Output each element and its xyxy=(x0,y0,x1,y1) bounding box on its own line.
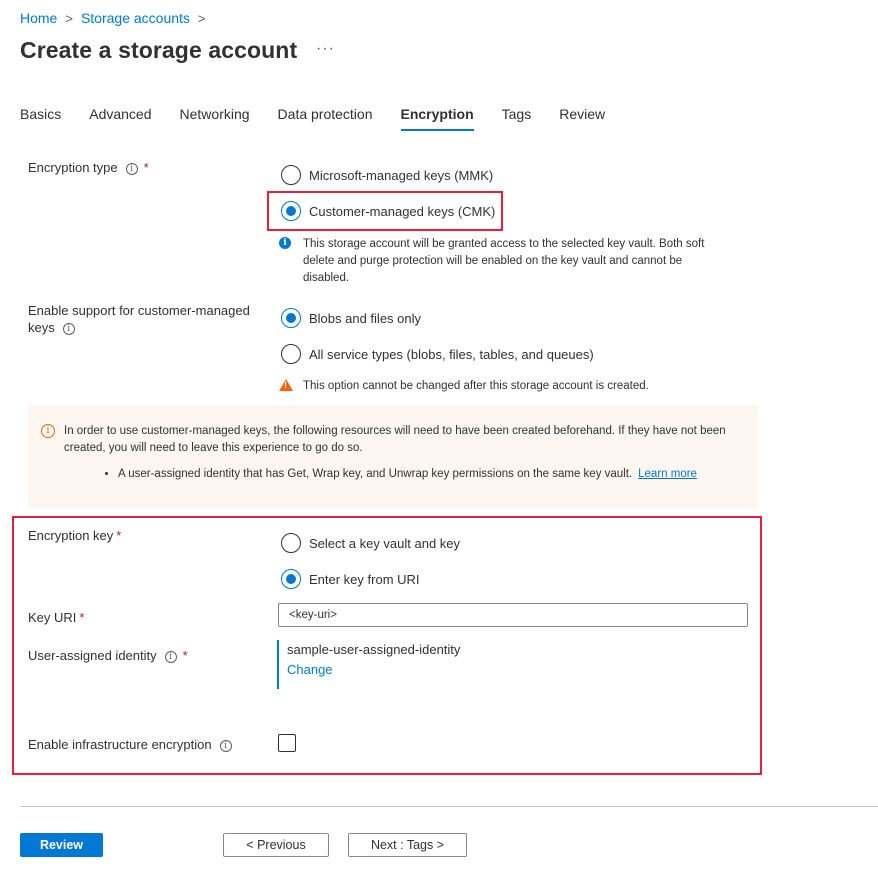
required-marker: * xyxy=(182,648,188,663)
identity-value: sample-user-assigned-identity xyxy=(287,642,461,657)
cmk-info-note: i This storage account will be granted a… xyxy=(279,236,729,287)
radio-button[interactable] xyxy=(281,201,301,221)
chevron-right-icon: > xyxy=(197,10,206,26)
infra-encryption-label: Enable infrastructure encryption i xyxy=(28,736,232,753)
cmk-support-label-text: Enable support for customer-managed keys xyxy=(28,303,250,335)
previous-button[interactable]: < Previous xyxy=(223,833,329,857)
infra-encryption-label-text: Enable infrastructure encryption xyxy=(28,737,212,752)
radio-button[interactable] xyxy=(281,569,301,589)
key-uri-label: Key URI * xyxy=(28,609,84,626)
callout-bullet-text: A user-assigned identity that has Get, W… xyxy=(118,468,633,480)
radio-label: Enter key from URI xyxy=(309,571,420,587)
chevron-right-icon: > xyxy=(65,10,73,26)
warning-icon: ! xyxy=(279,379,293,391)
more-options-icon[interactable]: ··· xyxy=(316,40,335,58)
breadcrumb: Home > Storage accounts > xyxy=(20,10,208,26)
tab-review[interactable]: Review xyxy=(559,106,605,131)
radio-label: All service types (blobs, files, tables,… xyxy=(309,346,594,362)
prerequisites-callout: i In order to use customer-managed keys,… xyxy=(28,405,758,508)
radio-label: Select a key vault and key xyxy=(309,535,461,551)
radio-all-services[interactable]: All service types (blobs, files, tables,… xyxy=(281,344,594,364)
identity-value-block: sample-user-assigned-identity Change xyxy=(277,640,460,689)
tab-data-protection[interactable]: Data protection xyxy=(278,106,373,131)
warning-text: This option cannot be changed after this… xyxy=(303,380,649,392)
info-icon[interactable]: i xyxy=(62,322,75,335)
encryption-type-label-text: Encryption type xyxy=(28,160,118,175)
encryption-type-label: Encryption type i * xyxy=(28,159,149,176)
cmk-support-label: Enable support for customer-managed keys… xyxy=(28,302,263,336)
tab-networking[interactable]: Networking xyxy=(180,106,250,131)
tab-basics[interactable]: Basics xyxy=(20,106,61,131)
info-filled-icon: i xyxy=(279,237,291,249)
cmk-warning-note: ! This option cannot be changed after th… xyxy=(279,378,729,395)
info-outline-icon: i xyxy=(41,424,55,438)
radio-enter-key-uri[interactable]: Enter key from URI xyxy=(281,569,420,589)
page-title: Create a storage account xyxy=(20,37,298,63)
key-uri-input[interactable] xyxy=(278,603,748,627)
next-tags-button[interactable]: Next : Tags > xyxy=(348,833,467,857)
change-identity-link[interactable]: Change xyxy=(287,662,333,677)
breadcrumb-storage-accounts[interactable]: Storage accounts xyxy=(81,10,190,26)
required-marker: * xyxy=(116,528,122,543)
radio-blobs-files[interactable]: Blobs and files only xyxy=(281,308,421,328)
identity-label-text: User-assigned identity xyxy=(28,648,157,663)
radio-label: Blobs and files only xyxy=(309,310,422,326)
tab-tags[interactable]: Tags xyxy=(502,106,532,131)
radio-button[interactable] xyxy=(281,308,301,328)
encryption-key-label: Encryption key * xyxy=(28,527,121,544)
radio-label: Customer-managed keys (CMK) xyxy=(309,203,496,219)
tab-encryption[interactable]: Encryption xyxy=(400,106,474,131)
tab-advanced[interactable]: Advanced xyxy=(89,106,151,131)
review-button[interactable]: Review xyxy=(20,833,103,857)
learn-more-link[interactable]: Learn more xyxy=(638,468,697,480)
tab-bar: Basics Advanced Networking Data protecti… xyxy=(20,106,633,131)
infra-encryption-checkbox[interactable] xyxy=(278,734,296,752)
callout-text: In order to use customer-managed keys, t… xyxy=(64,425,726,454)
required-marker: * xyxy=(79,610,85,625)
radio-label: Microsoft-managed keys (MMK) xyxy=(309,167,494,183)
radio-cmk[interactable]: Customer-managed keys (CMK) xyxy=(281,201,495,221)
identity-label: User-assigned identity i * xyxy=(28,647,188,664)
note-text: This storage account will be granted acc… xyxy=(303,238,705,284)
key-uri-label-text: Key URI xyxy=(28,610,77,625)
callout-bullet: A user-assigned identity that has Get, W… xyxy=(118,466,738,483)
radio-select-key-vault[interactable]: Select a key vault and key xyxy=(281,533,460,553)
info-icon[interactable]: i xyxy=(164,650,177,663)
radio-mmk[interactable]: Microsoft-managed keys (MMK) xyxy=(281,165,493,185)
info-icon[interactable]: i xyxy=(125,162,138,175)
radio-button[interactable] xyxy=(281,344,301,364)
required-marker: * xyxy=(143,160,149,175)
footer-divider xyxy=(20,806,878,807)
encryption-key-label-text: Encryption key xyxy=(28,528,114,543)
breadcrumb-home[interactable]: Home xyxy=(20,10,57,26)
info-icon[interactable]: i xyxy=(219,739,232,752)
radio-button[interactable] xyxy=(281,533,301,553)
radio-button[interactable] xyxy=(281,165,301,185)
